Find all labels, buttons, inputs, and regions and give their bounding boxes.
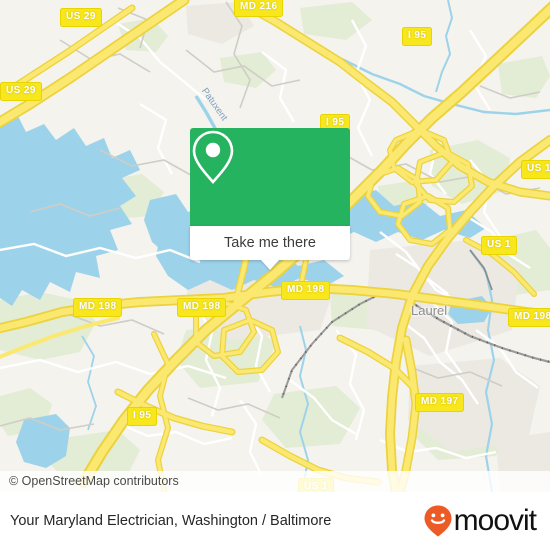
- road-shield: I 95: [402, 27, 433, 46]
- location-popup[interactable]: Take me there: [190, 128, 350, 270]
- moovit-pin-smile-icon: [424, 505, 452, 537]
- road-shield: MD 198: [73, 298, 123, 317]
- take-me-there-button[interactable]: Take me there: [190, 226, 350, 260]
- road-shield: I 95: [127, 407, 158, 426]
- road-shield: US 29: [0, 82, 42, 101]
- moovit-logo[interactable]: moovit: [423, 504, 537, 538]
- road-shield: MD 198: [177, 298, 227, 317]
- popup-tail: [261, 260, 279, 270]
- road-shield: US 29: [60, 8, 102, 27]
- road-shield: MD 198: [281, 281, 331, 300]
- take-me-there-label: Take me there: [224, 235, 316, 251]
- map-canvas[interactable]: US 29 US 29 MD 216 I 95 I 95 US 1 US 1 MD 198 MD…: [0, 0, 550, 492]
- road-shield: MD 198: [508, 308, 550, 327]
- place-label: Laurel: [411, 303, 448, 318]
- footer-bar: Your Maryland Electrician, Washington / …: [0, 492, 550, 550]
- popup-pin-area: [190, 128, 350, 226]
- attribution-text: © OpenStreetMap contributors: [9, 474, 179, 488]
- road-shield: US 1: [521, 160, 550, 179]
- map-screenshot: US 29 US 29 MD 216 I 95 I 95 US 1 US 1 MD 198 MD…: [0, 0, 550, 550]
- road-shield: US 1: [481, 236, 517, 255]
- road-shield: MD 216: [234, 0, 284, 17]
- road-shield: MD 197: [415, 393, 465, 412]
- map-attribution[interactable]: © OpenStreetMap contributors: [0, 471, 550, 492]
- moovit-wordmark: moovit: [453, 504, 537, 537]
- map-pin-icon: [192, 130, 234, 184]
- place-title: Your Maryland Electrician, Washington / …: [10, 513, 332, 529]
